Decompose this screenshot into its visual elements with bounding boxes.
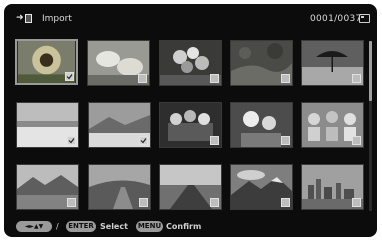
- scrollbar-thumb[interactable]: [369, 41, 372, 101]
- page-title: Import: [42, 14, 72, 24]
- thumbnail-sunflower[interactable]: [15, 39, 78, 85]
- thumbnail-hill-road[interactable]: [88, 164, 151, 210]
- thumbnail-snowy-beach[interactable]: [16, 102, 79, 148]
- select-label: Select: [100, 222, 128, 231]
- image-counter: 0001/0037: [310, 14, 362, 24]
- thumbnail-flower-pots[interactable]: [301, 102, 364, 148]
- thumbnail-city-skyline[interactable]: [301, 164, 364, 210]
- checkbox-sunflower[interactable]: [65, 72, 74, 81]
- nav-keys-icon: ◄►▲▼: [16, 221, 52, 232]
- separator-slash: /: [56, 222, 59, 231]
- scrollbar[interactable]: [369, 41, 372, 211]
- confirm-label: Confirm: [166, 222, 202, 231]
- checkbox-rocky-stream[interactable]: [281, 74, 290, 83]
- checkbox-mountain-clouds[interactable]: [281, 198, 290, 207]
- checkbox-snowy-beach[interactable]: [67, 136, 76, 145]
- checkbox-open-road[interactable]: [210, 198, 219, 207]
- menu-key-icon: MENU: [136, 221, 163, 232]
- thumbnail-beach-umbrella[interactable]: [301, 40, 364, 86]
- checkbox-flower-bouquet[interactable]: [210, 74, 219, 83]
- checkbox-mountain-snow[interactable]: [139, 136, 148, 145]
- checkbox-beach-umbrella[interactable]: [352, 74, 361, 83]
- checkbox-mountain-lake[interactable]: [67, 198, 76, 207]
- thumbnail-white-flower-pot[interactable]: [230, 102, 293, 148]
- checkbox-flower-basket[interactable]: [210, 136, 219, 145]
- thumbnail-mountain-snow[interactable]: [88, 102, 151, 148]
- footer-bar: ◄►▲▼ / ENTER Select MENU Confirm: [4, 218, 377, 237]
- thumbnail-rocky-stream[interactable]: [230, 40, 293, 86]
- header-bar: ➜ Import 0001/0037: [4, 4, 377, 34]
- thumbnail-mountain-clouds[interactable]: [230, 164, 293, 210]
- import-screen: ➜ Import 0001/0037 ◄►▲▼ / ENTER Select M…: [4, 4, 377, 237]
- checkbox-white-flowers[interactable]: [138, 74, 147, 83]
- thumbnail-white-flowers[interactable]: [87, 40, 150, 86]
- thumbnail-mountain-lake[interactable]: [16, 164, 79, 210]
- checkbox-white-flower-pot[interactable]: [281, 136, 290, 145]
- import-arrow-icon: ➜: [16, 13, 32, 24]
- checkbox-hill-road[interactable]: [139, 198, 148, 207]
- checkbox-flower-pots[interactable]: [352, 136, 361, 145]
- thumbnail-flower-bouquet[interactable]: [159, 40, 222, 86]
- thumbnail-flower-basket[interactable]: [159, 102, 222, 148]
- memory-card-icon: [359, 14, 370, 23]
- checkbox-city-skyline[interactable]: [352, 198, 361, 207]
- thumbnail-open-road[interactable]: [159, 164, 222, 210]
- enter-key-icon: ENTER: [66, 221, 96, 232]
